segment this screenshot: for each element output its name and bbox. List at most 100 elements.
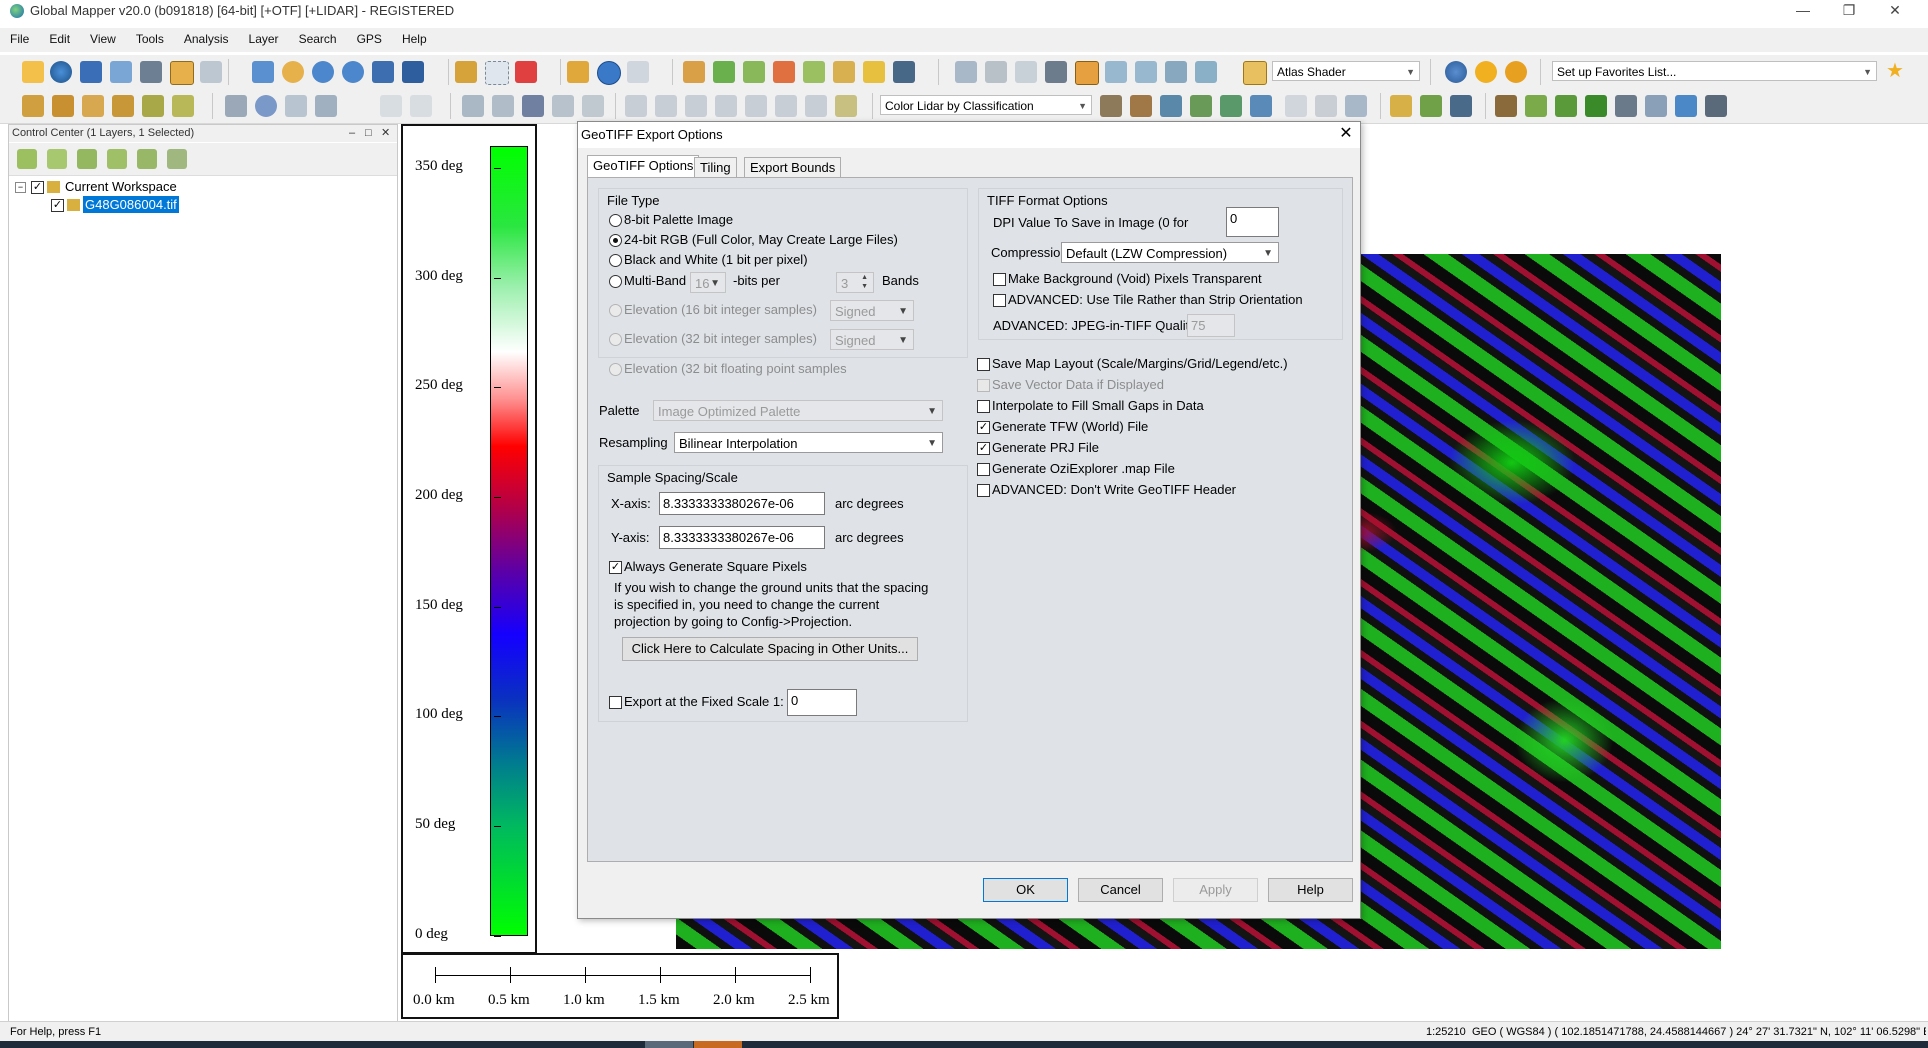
- workspace-icon[interactable]: [110, 61, 132, 83]
- radio-elev16[interactable]: [609, 304, 622, 317]
- workspace-checkbox[interactable]: ✓: [31, 181, 44, 194]
- class-ground-icon[interactable]: [1495, 95, 1517, 117]
- save-vector-label[interactable]: Save Vector Data if Displayed: [992, 377, 1164, 392]
- digitizer-pencil-icon[interactable]: [455, 61, 477, 83]
- grid-tool-icon[interactable]: [285, 95, 307, 117]
- compression-select[interactable]: Default (LZW Compression) ▼: [1061, 242, 1279, 263]
- lidar-4-icon[interactable]: [1190, 95, 1212, 117]
- open-folder-icon[interactable]: [22, 61, 44, 83]
- elevation-1-icon[interactable]: [1105, 61, 1127, 83]
- radio-elevf[interactable]: [609, 363, 622, 376]
- terrain-7-icon[interactable]: [863, 61, 885, 83]
- save-layout-checkbox[interactable]: [977, 358, 990, 371]
- generate-tfw-label[interactable]: Generate TFW (World) File: [992, 419, 1148, 434]
- radio-24bit-label[interactable]: 24-bit RGB (Full Color, May Create Large…: [624, 232, 898, 247]
- transparent-bg-label[interactable]: Make Background (Void) Pixels Transparen…: [1008, 271, 1262, 286]
- lidar-6-icon[interactable]: [1250, 95, 1272, 117]
- zoom-tool-icon[interactable]: [252, 61, 274, 83]
- lidar-3-icon[interactable]: [1160, 95, 1182, 117]
- select-rect-icon[interactable]: [485, 61, 509, 85]
- x-axis-spacing-input[interactable]: 8.3333333380267e-06: [659, 492, 825, 515]
- split-icon[interactable]: [582, 95, 604, 117]
- move-vertex-icon[interactable]: [552, 95, 574, 117]
- interpolate-label[interactable]: Interpolate to Fill Small Gaps in Data: [992, 398, 1204, 413]
- terrain-4-icon[interactable]: [773, 61, 795, 83]
- menu-analysis[interactable]: Analysis: [174, 28, 239, 46]
- generate-prj-label[interactable]: Generate PRJ File: [992, 440, 1099, 455]
- favorites-select[interactable]: Set up Favorites List... ▼: [1552, 61, 1877, 81]
- panel-close-icon[interactable]: ✕: [381, 125, 390, 142]
- ok-button[interactable]: OK: [983, 878, 1068, 902]
- shader-select[interactable]: Atlas Shader ▼: [1272, 61, 1420, 81]
- moon-icon[interactable]: [1505, 61, 1527, 83]
- move-icon[interactable]: [462, 95, 484, 117]
- class-high-veg-icon[interactable]: [1585, 95, 1607, 117]
- layer-remove-icon[interactable]: [77, 149, 97, 169]
- class-powerline-icon[interactable]: [1645, 95, 1667, 117]
- y-axis-spacing-input[interactable]: 8.3333333380267e-06: [659, 526, 825, 549]
- radio-elev32[interactable]: [609, 333, 622, 346]
- menu-view[interactable]: View: [80, 28, 126, 46]
- radio-multiband[interactable]: [609, 275, 622, 288]
- edit-9-icon[interactable]: [805, 95, 827, 117]
- edit-6-icon[interactable]: [715, 95, 737, 117]
- terrain-5-icon[interactable]: [803, 61, 825, 83]
- save-layout-label[interactable]: Save Map Layout (Scale/Margins/Grid/Lege…: [992, 356, 1288, 371]
- palette-select[interactable]: Image Optimized Palette ▼: [653, 400, 943, 421]
- menu-search[interactable]: Search: [289, 28, 347, 46]
- layer-checkbox[interactable]: ✓: [51, 199, 64, 212]
- dialog-close-icon[interactable]: ✕: [1336, 122, 1356, 148]
- radio-24bit[interactable]: [609, 234, 622, 247]
- path-profile-icon[interactable]: [627, 61, 649, 83]
- overview-icon[interactable]: [200, 61, 222, 83]
- tab-geotiff-options[interactable]: GeoTIFF Options: [587, 155, 700, 179]
- zoom-in-icon[interactable]: [312, 61, 334, 83]
- favorites-star-icon[interactable]: ★: [1886, 61, 1904, 81]
- menu-file[interactable]: File: [0, 28, 39, 46]
- terrain-1-icon[interactable]: [683, 61, 705, 83]
- generate-tfw-checkbox[interactable]: ✓: [977, 421, 990, 434]
- transparent-bg-checkbox[interactable]: [993, 273, 1006, 286]
- apply-button[interactable]: Apply: [1173, 878, 1258, 902]
- calculate-spacing-button[interactable]: Click Here to Calculate Spacing in Other…: [622, 637, 918, 661]
- resampling-select[interactable]: Bilinear Interpolation ▼: [674, 432, 943, 453]
- jpeg-quality-input[interactable]: 75: [1187, 314, 1235, 337]
- no-header-label[interactable]: ADVANCED: Don't Write GeoTIFF Header: [992, 482, 1236, 497]
- elev16-sign-select[interactable]: Signed ▼: [830, 300, 914, 321]
- lidar-1-icon[interactable]: [1100, 95, 1122, 117]
- disabled-tool-2-icon[interactable]: [410, 95, 432, 117]
- radio-8bit-label[interactable]: 8-bit Palette Image: [624, 212, 733, 227]
- online-data-icon[interactable]: [1445, 61, 1467, 83]
- class-water-icon[interactable]: [1675, 95, 1697, 117]
- panel-restore-icon[interactable]: □: [365, 125, 372, 142]
- class-other-icon[interactable]: [1705, 95, 1727, 117]
- terrain-2-icon[interactable]: [713, 61, 735, 83]
- lidar-7-icon[interactable]: [1315, 95, 1337, 117]
- class-med-veg-icon[interactable]: [1555, 95, 1577, 117]
- lidar-edit-icon[interactable]: [1420, 95, 1442, 117]
- edit-4-icon[interactable]: [655, 95, 677, 117]
- draw-line-3-icon[interactable]: [82, 95, 104, 117]
- menu-help[interactable]: Help: [392, 28, 437, 46]
- menu-tools[interactable]: Tools: [126, 28, 174, 46]
- generate-ozi-label[interactable]: Generate OziExplorer .map File: [992, 461, 1175, 476]
- config-wrench-icon[interactable]: [140, 61, 162, 83]
- class-low-veg-icon[interactable]: [1525, 95, 1547, 117]
- draw-line-4-icon[interactable]: [112, 95, 134, 117]
- delete-x-icon[interactable]: [515, 61, 537, 83]
- save-vector-checkbox[interactable]: [977, 379, 990, 392]
- tile-orientation-checkbox[interactable]: [993, 294, 1006, 307]
- radio-elev16-label[interactable]: Elevation (16 bit integer samples): [624, 302, 817, 317]
- filter-icon[interactable]: [1390, 95, 1412, 117]
- tree-collapse-icon[interactable]: −: [15, 182, 26, 193]
- shader-toggle-icon[interactable]: [1075, 61, 1099, 85]
- cancel-button[interactable]: Cancel: [1078, 878, 1163, 902]
- fixed-scale-label[interactable]: Export at the Fixed Scale 1:: [624, 694, 784, 709]
- disabled-tool-1-icon[interactable]: [380, 95, 402, 117]
- elevation-3-icon[interactable]: [1165, 61, 1187, 83]
- interpolate-checkbox[interactable]: [977, 400, 990, 413]
- layout-2-icon[interactable]: [985, 61, 1007, 83]
- home-icon[interactable]: [402, 61, 424, 83]
- triangle-icon[interactable]: [1285, 95, 1307, 117]
- measure-ruler-icon[interactable]: [567, 61, 589, 83]
